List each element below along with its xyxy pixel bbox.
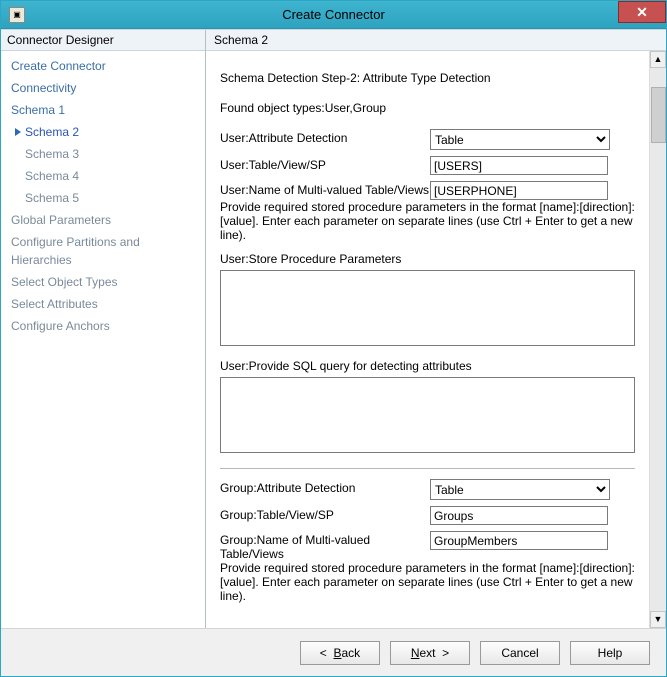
nav-item[interactable]: Configure Anchors <box>1 315 205 337</box>
nav-item[interactable]: Create Connector <box>1 55 205 77</box>
nav-item-label: Schema 5 <box>25 189 79 207</box>
nav-item[interactable]: Select Object Types <box>1 271 205 293</box>
help-button[interactable]: Help <box>570 641 650 665</box>
nav-item[interactable]: Schema 2 <box>1 121 205 143</box>
dialog-body: Connector Designer Create Connector Conne… <box>1 29 666 676</box>
back-button[interactable]: < Back <box>300 641 380 665</box>
next-button[interactable]: Next > <box>390 641 470 665</box>
nav-item-label: Select Attributes <box>11 295 98 313</box>
user-sp-label: User:Store Procedure Parameters <box>220 252 635 266</box>
nav-item-label: Configure Anchors <box>11 317 110 335</box>
group-attr-detection-select[interactable]: Table <box>430 479 610 500</box>
group-attr-detection-label: Group:Attribute Detection <box>220 479 430 495</box>
nav-item[interactable]: Schema 3 <box>1 143 205 165</box>
nav-item-label: Select Object Types <box>11 273 118 291</box>
user-multivalued-label: User:Name of Multi-valued Table/Views <box>220 181 430 197</box>
nav-item-label: Configure Partitions and Hierarchies <box>11 233 199 269</box>
nav-item-label: Schema 2 <box>25 123 79 141</box>
step-title: Schema Detection Step-2: Attribute Type … <box>220 71 635 85</box>
window-frame: ▣ Create Connector ✕ Connector Designer … <box>0 0 667 677</box>
sidebar-header: Connector Designer <box>1 30 205 51</box>
scroll-area: Schema Detection Step-2: Attribute Type … <box>206 51 666 628</box>
nav-item-label: Create Connector <box>11 57 106 75</box>
nav-item[interactable]: Configure Partitions and Hierarchies <box>1 231 205 271</box>
user-tableview-input[interactable] <box>430 156 608 175</box>
user-tableview-label: User:Table/View/SP <box>220 156 430 172</box>
main-split: Connector Designer Create Connector Conne… <box>1 30 666 628</box>
nav-list: Create Connector Connectivity Schema 1 Sche… <box>1 51 205 341</box>
user-sql-label: User:Provide SQL query for detecting att… <box>220 359 635 373</box>
user-sp-hint: Provide required stored procedure parame… <box>220 200 635 242</box>
group-sp-hint: Provide required stored procedure parame… <box>220 561 635 603</box>
button-row: < Back Next > Cancel Help <box>1 628 666 676</box>
scroll-down-button[interactable]: ▼ <box>650 611 666 628</box>
content-wrap: Schema 2 Schema Detection Step-2: Attrib… <box>206 30 666 628</box>
user-sp-textarea[interactable] <box>220 270 635 346</box>
nav-item[interactable]: Schema 5 <box>1 187 205 209</box>
group-multivalued-label: Group:Name of Multi-valued Table/Views <box>220 531 430 561</box>
nav-item[interactable]: Schema 1 <box>1 99 205 121</box>
nav-item[interactable]: Global Parameters <box>1 209 205 231</box>
user-attr-detection-label: User:Attribute Detection <box>220 129 430 145</box>
nav-item-label: Connectivity <box>11 79 76 97</box>
nav-item-label: Schema 3 <box>25 145 79 163</box>
nav-item-label: Schema 4 <box>25 167 79 185</box>
nav-item-label: Global Parameters <box>11 211 111 229</box>
nav-item[interactable]: Select Attributes <box>1 293 205 315</box>
scroll-up-button[interactable]: ▲ <box>650 51 666 68</box>
found-types: Found object types:User,Group <box>220 101 635 115</box>
separator <box>220 468 635 469</box>
arrow-right-icon <box>15 128 21 136</box>
window-title: Create Connector <box>1 7 666 22</box>
close-button[interactable]: ✕ <box>618 1 666 23</box>
scroll-thumb[interactable] <box>651 87 666 143</box>
nav-item[interactable]: Schema 4 <box>1 165 205 187</box>
group-tableview-label: Group:Table/View/SP <box>220 506 430 522</box>
user-multivalued-input[interactable] <box>430 181 608 200</box>
vertical-scrollbar[interactable]: ▲ ▼ <box>649 51 666 628</box>
scroll-content: Schema Detection Step-2: Attribute Type … <box>206 51 649 628</box>
titlebar[interactable]: ▣ Create Connector ✕ <box>1 1 666 29</box>
sidebar: Connector Designer Create Connector Conne… <box>1 30 206 628</box>
cancel-button[interactable]: Cancel <box>480 641 560 665</box>
nav-item-label: Schema 1 <box>11 101 65 119</box>
user-attr-detection-select[interactable]: Table <box>430 129 610 150</box>
nav-item[interactable]: Connectivity <box>1 77 205 99</box>
user-sql-textarea[interactable] <box>220 377 635 453</box>
app-icon: ▣ <box>9 7 25 23</box>
group-tableview-input[interactable] <box>430 506 608 525</box>
group-multivalued-input[interactable] <box>430 531 608 550</box>
content-header: Schema 2 <box>206 30 666 51</box>
